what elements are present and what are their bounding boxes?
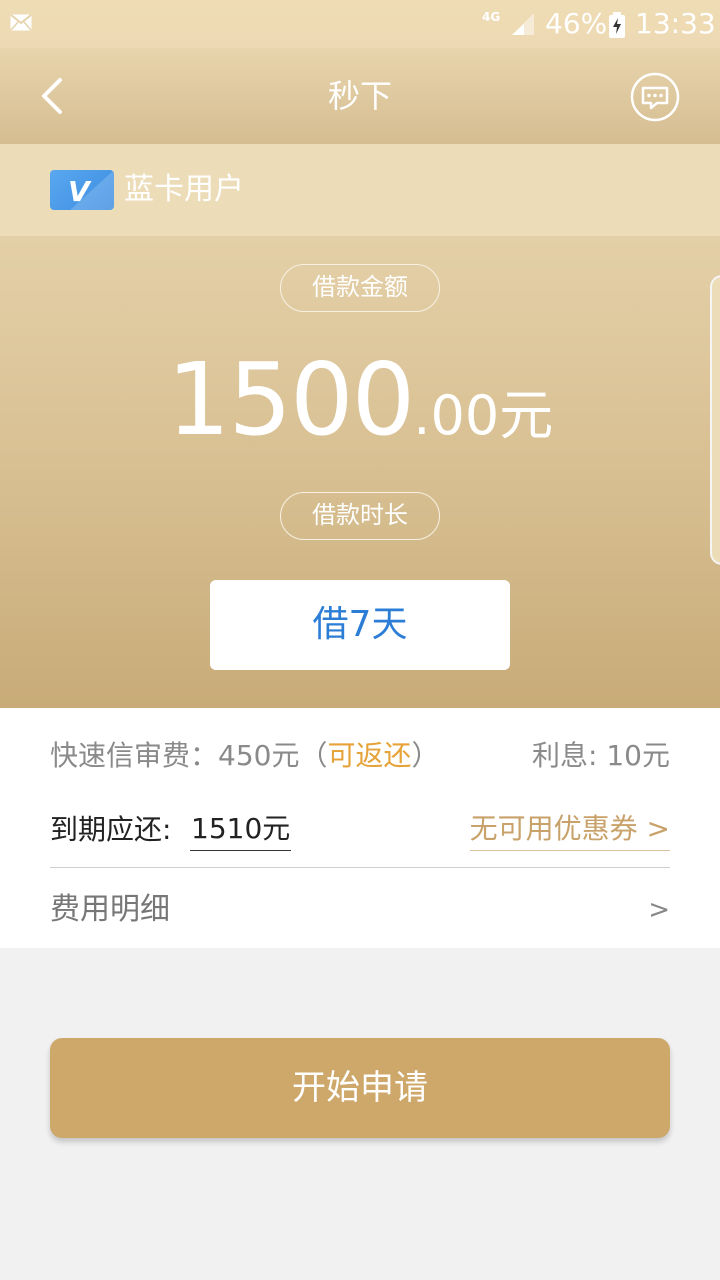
loan-amount-label: 借款金额 (280, 264, 440, 312)
review-fee-suffix: ） (411, 739, 440, 772)
badge-letter: V (68, 175, 92, 208)
start-application-button[interactable]: 开始申请 (50, 1038, 670, 1138)
loan-amount-decimal: .00 (413, 384, 500, 447)
signal-icon (512, 13, 534, 35)
due-amount-value: 1510元 (190, 808, 292, 851)
battery-icon (609, 12, 625, 38)
loan-duration-label: 借款时长 (280, 492, 440, 540)
due-label: 到期应还: (50, 813, 172, 846)
interest-text: 利息: 10元 (532, 739, 670, 772)
fee-detail-row[interactable]: 费用明细 > (50, 880, 670, 940)
message-button[interactable] (630, 72, 680, 122)
review-fee-prefix: 快速信审费：450元（ (50, 739, 328, 772)
user-type-label: 蓝卡用户 (124, 172, 244, 207)
page-title: 秒下 (327, 77, 392, 115)
battery-percentage: 46% (545, 7, 608, 40)
fee-row: 快速信审费：450元（可返还） 利息: 10元 (50, 728, 670, 784)
mail-icon (10, 14, 32, 31)
fee-detail-label: 费用明细 (50, 892, 170, 927)
fee-details-card: 快速信审费：450元（可返还） 利息: 10元 到期应还: 1510元 无可用优… (0, 708, 720, 948)
status-bar: 4G 46% 13:33 (0, 0, 720, 48)
nav-bar: 秒下 (0, 48, 720, 144)
loan-amount-unit: 元 (499, 384, 554, 447)
due-amount-row: 到期应还: 1510元 无可用优惠券 > (50, 808, 670, 868)
refundable-tag: 可返还 (327, 739, 412, 772)
review-fee-text: 快速信审费：450元（可返还） (50, 728, 439, 784)
loan-amount-display: 1500.00元 (0, 345, 720, 455)
back-arrow-icon (42, 78, 62, 114)
back-button[interactable] (30, 72, 78, 120)
user-level-strip: V 蓝卡用户 (0, 144, 720, 236)
network-type-label: 4G (482, 10, 501, 24)
loan-duration-button[interactable]: 借7天 (210, 580, 510, 670)
message-bubble-icon (630, 72, 680, 122)
loan-amount-integer: 1500 (166, 341, 415, 458)
vip-badge-icon: V (50, 170, 114, 210)
coupon-link[interactable]: 无可用优惠券 > (469, 808, 670, 851)
chevron-right-icon: > (648, 895, 670, 925)
clock: 13:33 (635, 7, 716, 40)
